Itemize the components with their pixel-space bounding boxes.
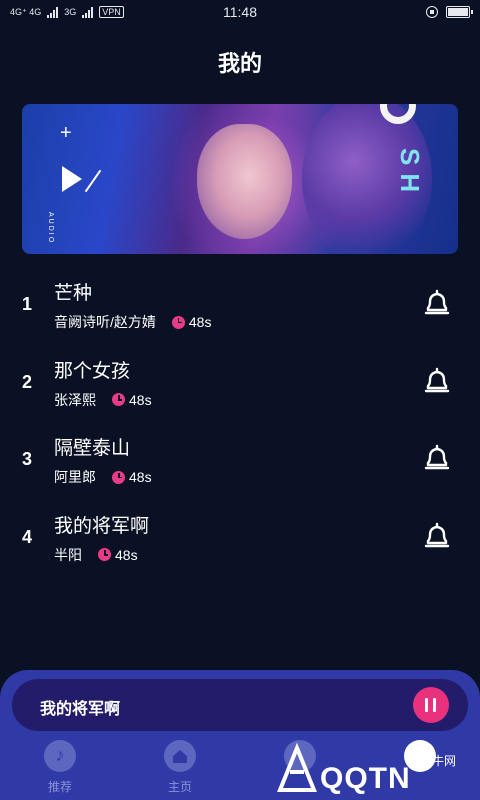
watermark-text: QQTN [320,762,411,795]
signal-icon-2 [82,6,94,18]
song-meta: 阿里郎 48s [54,467,152,487]
watermark-logo-icon [277,742,317,792]
banner-brand-text: SH [395,148,425,201]
tab-home[interactable]: 主页 [150,736,210,796]
bell-icon[interactable] [422,288,452,318]
song-title: 芒种 [54,283,93,304]
music-note-icon: ♪ [44,740,76,772]
pause-bar-left [425,698,428,712]
bell-icon[interactable] [422,443,452,473]
song-row[interactable]: 3 隔壁泰山 阿里郎 48s [0,419,480,497]
song-meta: 张泽熙 48s [54,390,152,410]
song-artist: 阿里郎 [54,469,96,485]
song-index: 4 [21,526,32,547]
status-right [426,6,473,18]
song-title: 那个女孩 [54,360,131,382]
banner-slash-decor [84,169,102,193]
rotation-lock-icon [426,6,438,18]
banner-audio-text: AUDIO [47,212,54,245]
song-row[interactable]: 2 那个女孩 张泽熙 48s [0,342,480,420]
song-index: 2 [21,371,32,392]
banner-image[interactable]: + AUDIO SH [22,104,458,254]
vpn-badge: VPN [99,6,124,18]
song-artist: 音阙诗听/赵方婧 [54,314,156,330]
bell-icon[interactable] [422,521,452,551]
song-list: 1 芒种 音阙诗听/赵方婧 48s 2 那个女孩 张泽熙 48s 3 隔壁泰山 [0,264,480,574]
signal-icon [47,6,59,18]
song-meta: 音阙诗听/赵方婧 48s [54,312,211,332]
status-left: 4G⁺ 4G 3G VPN [10,6,124,18]
tab-label: 推荐 [47,780,72,794]
battery-icon [446,6,473,18]
song-index: 3 [21,449,32,469]
tab-label: 主页 [167,780,192,794]
network-label-1: 4G⁺ 4G [10,6,42,17]
pause-bar-right [433,698,436,712]
clock-icon [112,470,125,484]
banner-play-icon [62,166,82,192]
page-title: 我的 [217,51,262,76]
banner-plus-glyph: + [60,122,72,144]
song-duration: 48s [129,391,152,408]
song-index: 1 [21,294,32,314]
now-playing-title: 我的将军啊 [40,701,121,718]
song-row[interactable]: 1 芒种 音阙诗听/赵方婧 48s [0,264,480,342]
clock-icon [98,548,111,561]
network-label-2: 3G [64,7,77,17]
status-bar: 4G⁺ 4G 3G VPN 11:48 [0,0,480,24]
watermark-subtext: 腾牛网 [420,754,457,768]
home-icon [164,740,196,772]
tab-recommend[interactable]: ♪ 推荐 [30,736,90,796]
song-title: 我的将军啊 [54,515,150,537]
clock-icon [112,393,125,406]
song-artist: 半阳 [54,546,82,563]
banner-portrait [197,124,292,239]
pause-button[interactable] [413,687,449,723]
song-duration: 48s [115,546,138,563]
clock-icon [171,315,185,329]
song-duration: 48s [188,314,212,330]
song-title: 隔壁泰山 [54,438,131,459]
song-meta: 半阳 48s [54,545,138,565]
song-artist: 张泽熙 [54,391,96,408]
mini-player[interactable]: 我的将军啊 [12,679,468,731]
status-time: 11:48 [223,4,257,20]
bell-icon[interactable] [422,366,452,396]
watermark: QQTN 腾牛网 [270,740,480,800]
song-row[interactable]: 4 我的将军啊 半阳 48s [0,497,480,575]
song-duration: 48s [129,469,152,485]
